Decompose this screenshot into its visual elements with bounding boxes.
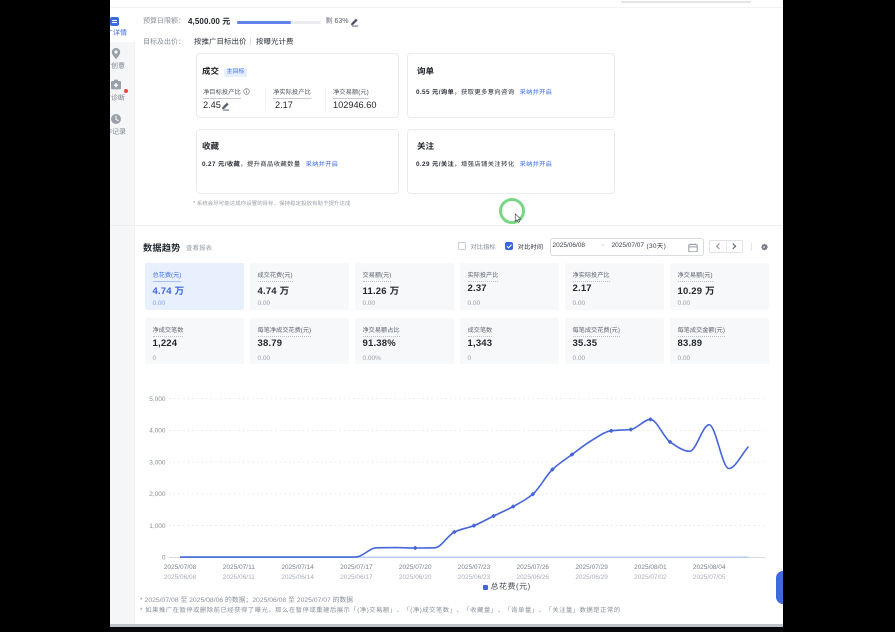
svg-text:1,000: 1,000 [149,523,166,530]
svg-text:2025/06/26: 2025/06/26 [517,574,550,581]
svg-text:2025/06/17: 2025/06/17 [340,574,373,581]
svg-text:4,000: 4,000 [149,428,166,435]
svg-text:2025/07/20: 2025/07/20 [399,564,432,571]
svg-text:2025/07/14: 2025/07/14 [281,564,314,571]
svg-text:2,000: 2,000 [149,491,166,498]
svg-text:2025/06/11: 2025/06/11 [223,574,255,581]
svg-text:2025/07/02: 2025/07/02 [634,574,667,581]
svg-text:2025/06/23: 2025/06/23 [458,574,491,581]
svg-text:2025/08/04: 2025/08/04 [693,564,726,571]
svg-text:2025/07/29: 2025/07/29 [575,564,608,571]
svg-text:2025/06/14: 2025/06/14 [281,574,314,581]
svg-text:2025/07/26: 2025/07/26 [517,564,550,571]
svg-text:5,000: 5,000 [149,396,166,403]
svg-text:2025/07/11: 2025/07/11 [223,564,255,571]
svg-text:0: 0 [162,555,166,562]
svg-text:2025/06/08: 2025/06/08 [164,574,197,581]
svg-text:2025/07/08: 2025/07/08 [164,564,197,571]
svg-text:2025/06/20: 2025/06/20 [399,574,432,581]
svg-text:2025/07/23: 2025/07/23 [458,564,491,571]
svg-text:2025/08/01: 2025/08/01 [634,564,667,571]
svg-text:2025/07/17: 2025/07/17 [340,564,373,571]
svg-text:3,000: 3,000 [149,459,166,466]
svg-text:2025/06/29: 2025/06/29 [575,574,608,581]
svg-text:2025/07/05: 2025/07/05 [693,574,726,581]
